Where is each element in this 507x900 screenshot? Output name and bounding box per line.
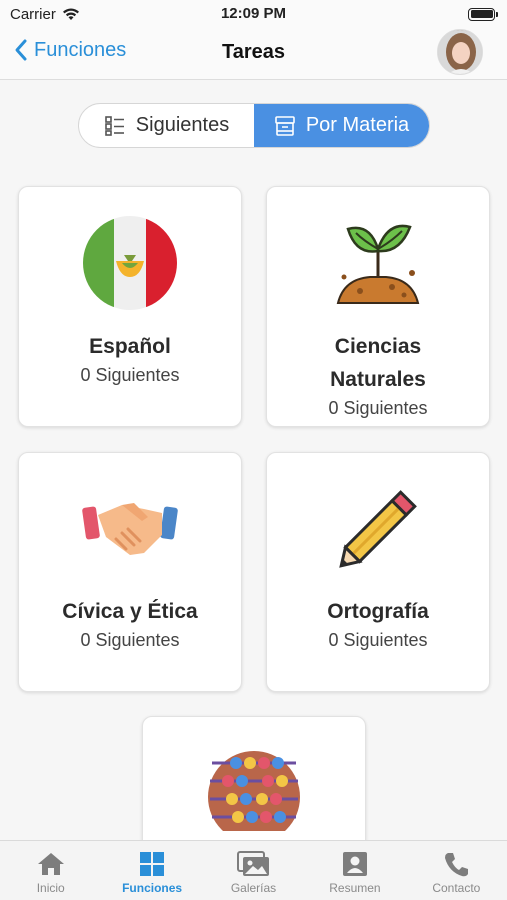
segment-por-materia-label: Por Materia (305, 114, 410, 136)
gallery-icon (236, 851, 269, 876)
subject-card-ortografia[interactable]: Ortografía 0 Siguientes (266, 452, 490, 692)
tab-galerias-label: Galerías (230, 881, 277, 895)
subject-name-line2: Naturales (330, 368, 426, 391)
subject-name-line1: Ciencias (334, 335, 422, 358)
pencil-icon (339, 490, 417, 568)
archive-icon (275, 115, 295, 136)
segment-siguientes-label: Siguientes (135, 114, 230, 136)
handshake-icon (82, 503, 178, 555)
subject-name: Cívica y Ética (62, 600, 198, 623)
view-mode-segmented-control: Siguientes Por Materia (78, 103, 430, 148)
pending-count: 0 Siguientes (80, 630, 180, 650)
tab-resumen[interactable]: Resumen (304, 841, 405, 900)
phone-icon (445, 853, 469, 877)
mexico-flag-icon (83, 216, 177, 310)
avatar-photo (438, 30, 482, 74)
segment-siguientes[interactable]: Siguientes (79, 104, 254, 147)
subject-name: Ortografía (327, 600, 429, 623)
status-time: 12:09 PM (220, 5, 287, 22)
page-title: Tareas (221, 41, 285, 63)
grid-icon (140, 852, 165, 876)
subject-card-ciencias-naturales[interactable]: Ciencias Naturales 0 Siguientes (266, 186, 490, 427)
checklist-icon (104, 115, 124, 136)
status-bar: Carrier 12:09 PM (0, 0, 507, 28)
pending-count: 0 Siguientes (80, 365, 180, 385)
tab-resumen-label: Resumen (329, 881, 381, 895)
tab-inicio-label: Inicio (36, 881, 65, 895)
avatar[interactable] (437, 29, 483, 75)
subject-name: Español (89, 335, 171, 358)
plant-sprout-icon (336, 224, 420, 304)
tab-galerias[interactable]: Galerías (203, 841, 304, 900)
tab-inicio[interactable]: Inicio (0, 841, 101, 900)
segment-por-materia[interactable]: Por Materia (254, 104, 429, 147)
tab-bar: Inicio Funciones Galerías Resumen Contac… (0, 840, 507, 900)
tab-funciones-label: Funciones (122, 881, 183, 895)
subject-card-civica-y-etica[interactable]: Cívica y Ética 0 Siguientes (18, 452, 242, 692)
pending-count: 0 Siguientes (328, 398, 428, 418)
navigation-bar: Funciones Tareas (0, 28, 507, 80)
battery-icon (468, 7, 498, 21)
pending-count: 0 Siguientes (328, 630, 428, 650)
profile-card-icon (342, 852, 367, 876)
tab-funciones[interactable]: Funciones (101, 841, 202, 900)
subject-card-abacus[interactable] (142, 716, 366, 856)
tab-contacto[interactable]: Contacto (406, 841, 507, 900)
abacus-icon (208, 751, 300, 831)
tab-contacto-label: Contacto (432, 881, 481, 895)
subject-card-espanol[interactable]: Español 0 Siguientes (18, 186, 242, 427)
home-icon (37, 853, 64, 875)
